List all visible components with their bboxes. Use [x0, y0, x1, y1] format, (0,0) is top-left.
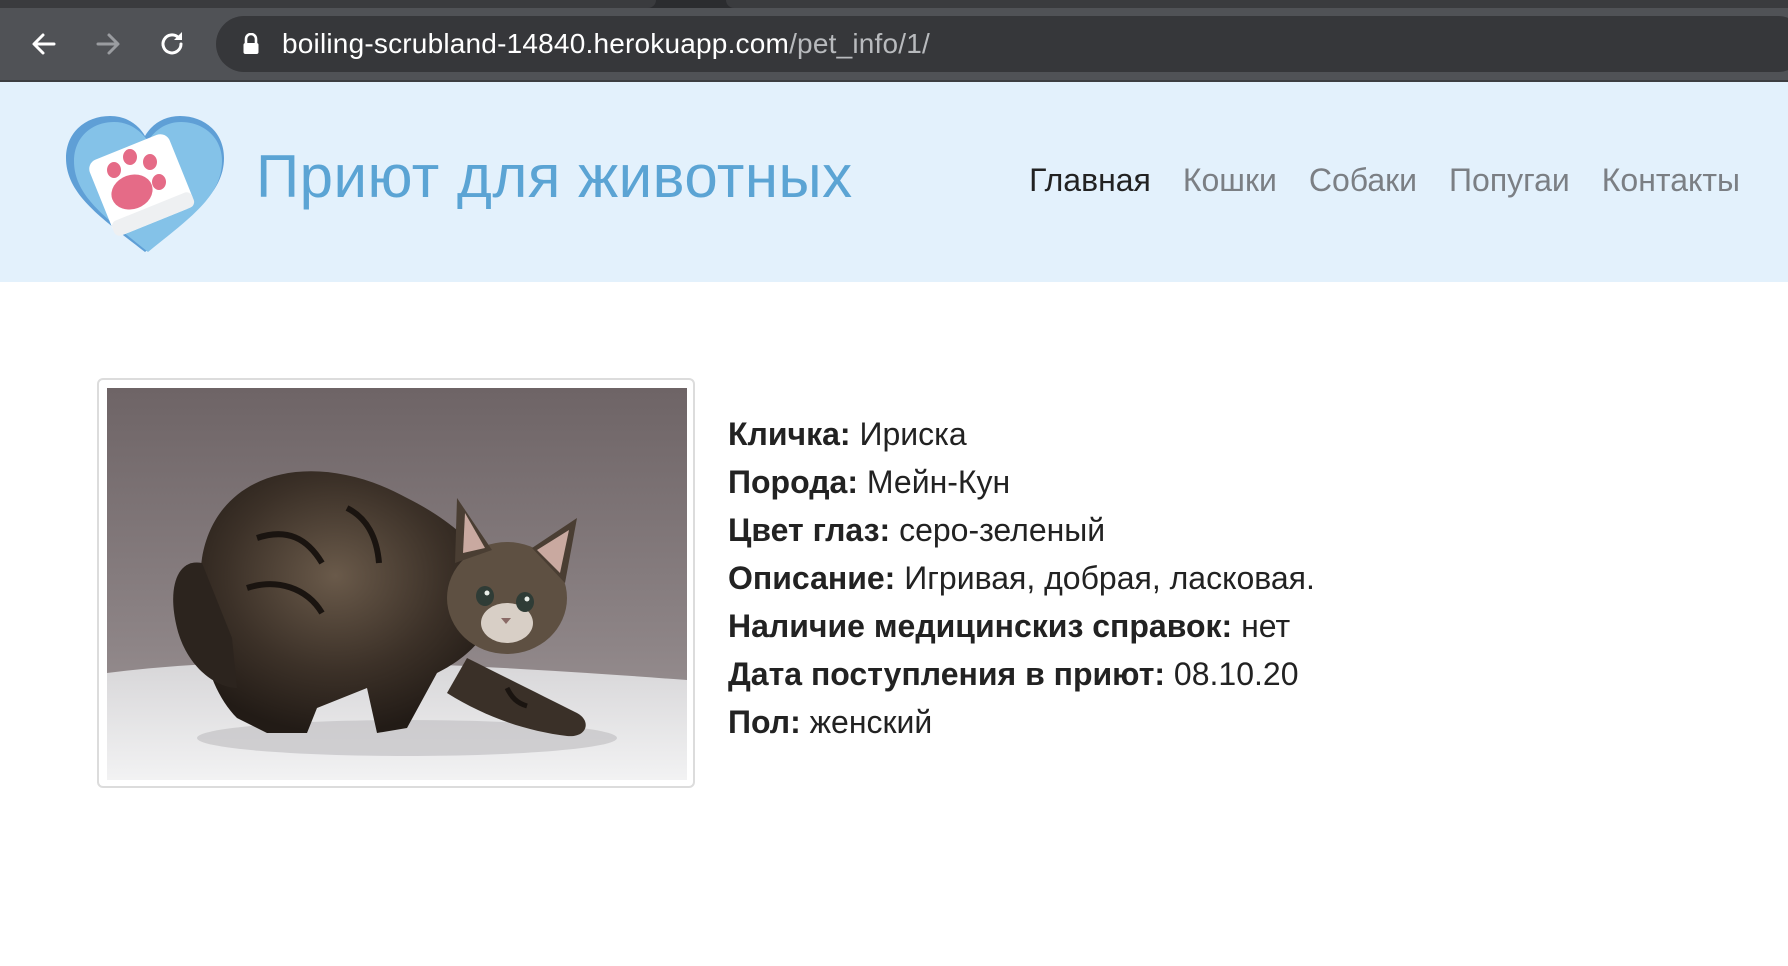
nav-item-contacts[interactable]: Контакты	[1602, 162, 1740, 199]
browser-tab[interactable]	[726, 0, 1788, 8]
main-nav: Главная Кошки Собаки Попугаи Контакты	[1029, 162, 1740, 199]
field-label: Наличие медицинскиз справок:	[728, 608, 1233, 644]
pet-sex-row: Пол: женский	[728, 698, 1315, 746]
url-host: boiling-scrubland-14840.herokuapp.com	[282, 28, 790, 59]
pet-description-row: Описание: Игривая, добрая, ласковая.	[728, 554, 1315, 602]
arrow-left-icon	[32, 33, 56, 55]
lock-icon	[242, 33, 260, 55]
pet-arrival-date-row: Дата поступления в приют: 08.10.20	[728, 650, 1315, 698]
site-title[interactable]: Приют для животных	[256, 142, 853, 211]
pet-name-row: Кличка: Ириска	[728, 410, 1315, 458]
reload-icon	[161, 32, 183, 55]
field-value: Ириска	[859, 416, 967, 452]
nav-item-dogs[interactable]: Собаки	[1309, 162, 1417, 199]
field-value: Игривая, добрая, ласковая.	[904, 560, 1315, 596]
pet-info: Кличка: Ириска Порода: Мейн-Кун Цвет гла…	[728, 410, 1315, 746]
browser-tab[interactable]	[0, 0, 656, 8]
field-label: Описание:	[728, 560, 896, 596]
pet-medical-row: Наличие медицинскиз справок: нет	[728, 602, 1315, 650]
field-value: 08.10.20	[1173, 656, 1299, 692]
field-label: Порода:	[728, 464, 858, 500]
nav-item-cats[interactable]: Кошки	[1183, 162, 1277, 199]
field-value: Мейн-Кун	[866, 464, 1011, 500]
pet-eye-color-row: Цвет глаз: серо-зеленый	[728, 506, 1315, 554]
back-button[interactable]	[20, 20, 68, 68]
heart-paw-logo[interactable]	[60, 112, 230, 257]
address-bar[interactable]: boiling-scrubland-14840.herokuapp.com/pe…	[216, 16, 1788, 72]
field-value: серо-зеленый	[899, 512, 1106, 548]
forward-button[interactable]	[84, 20, 132, 68]
nav-item-home[interactable]: Главная	[1029, 162, 1151, 199]
field-label: Пол:	[728, 704, 801, 740]
url-path: /pet_info/1/	[789, 28, 931, 59]
pet-photo-frame	[97, 378, 695, 788]
pet-breed-row: Порода: Мейн-Кун	[728, 458, 1315, 506]
tab-strip	[0, 0, 1788, 8]
site-header: Приют для животных Главная Кошки Собаки …	[0, 82, 1788, 282]
field-label: Цвет глаз:	[728, 512, 891, 548]
tabby-kitten-photo	[107, 388, 687, 780]
field-value: женский	[809, 704, 933, 740]
browser-toolbar: boiling-scrubland-14840.herokuapp.com/pe…	[0, 8, 1788, 82]
reload-button[interactable]	[148, 20, 196, 68]
nav-item-parrots[interactable]: Попугаи	[1449, 162, 1570, 199]
url-text[interactable]: boiling-scrubland-14840.herokuapp.com/pe…	[282, 28, 930, 60]
field-label: Кличка:	[728, 416, 851, 452]
field-value: нет	[1241, 608, 1291, 644]
arrow-right-icon	[96, 33, 120, 55]
field-label: Дата поступления в приют:	[728, 656, 1166, 692]
